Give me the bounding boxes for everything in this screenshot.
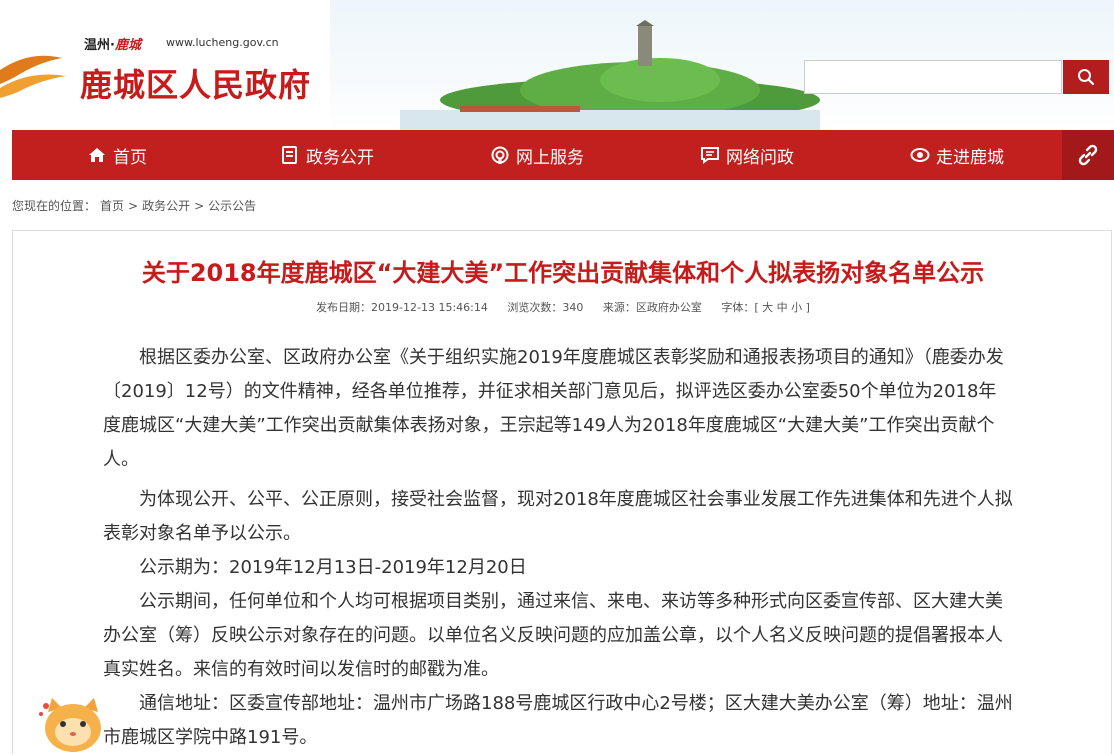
site-url[interactable]: www.lucheng.gov.cn xyxy=(166,36,279,49)
breadcrumb-item-gov-affairs[interactable]: 政务公开 xyxy=(142,199,190,213)
nav-item-online-service[interactable]: 网上服务 xyxy=(432,130,642,180)
search-button[interactable] xyxy=(1063,60,1109,94)
nav-item-label: 网上服务 xyxy=(516,147,584,168)
article-paragraph: 通信地址：区委宣传部地址：温州市广场路188号鹿城区行政中心2号楼；区大建大美办… xyxy=(103,693,1013,748)
nav-item-home[interactable]: 首页 xyxy=(12,130,222,180)
nav-item-about-lucheng[interactable]: 走进鹿城 xyxy=(852,130,1062,180)
search-input[interactable] xyxy=(804,60,1062,94)
breadcrumb-prefix: 您现在的位置： xyxy=(12,199,97,213)
site-title[interactable]: 鹿城区人民政府 xyxy=(80,60,311,106)
document-icon xyxy=(282,146,297,164)
logo-swoosh-icon xyxy=(0,55,66,98)
site-region-text: 温州· xyxy=(84,38,115,53)
article-paragraph: 公示期间，任何单位和个人均可根据项目类别，通过来信、来电、来访等多种形式向区委宣… xyxy=(103,591,1003,680)
site-header: 温州·鹿城 www.lucheng.gov.cn 鹿城区人民政府 xyxy=(0,0,1114,130)
nav-item-label: 政务公开 xyxy=(306,147,374,168)
article-title: 关于2018年度鹿城区“大建大美”工作突出贡献集体和个人拟表扬对象名单公示 xyxy=(141,259,985,287)
view-count: 浏览次数：340 xyxy=(507,301,584,314)
search-icon xyxy=(1078,69,1095,86)
site-region-accent: 鹿城 xyxy=(114,38,141,53)
main-nav: 首页 政务公开 网上服务 网络问政 走进鹿城 xyxy=(12,130,1062,180)
breadcrumb-sep: > xyxy=(194,199,205,213)
publish-date: 发布日期：2019-12-13 15:46:14 xyxy=(316,301,488,314)
article-paragraph: 公示期为：2019年12月13日-2019年12月20日 xyxy=(139,557,527,578)
breadcrumb-item-notices[interactable]: 公示公告 xyxy=(208,199,256,213)
breadcrumb: 您现在的位置： 首页 > 政务公开 > 公示公告 xyxy=(12,197,260,214)
site-region-label: 温州·鹿城 xyxy=(84,34,141,53)
home-icon xyxy=(89,148,105,162)
eye-icon xyxy=(910,148,930,162)
chat-icon xyxy=(701,147,719,164)
nav-item-label: 首页 xyxy=(113,147,147,168)
article-container: 关于2018年度鹿城区“大建大美”工作突出贡献集体和个人拟表扬对象名单公示 发布… xyxy=(12,230,1112,754)
link-icon xyxy=(1078,144,1098,166)
article-paragraph: 为体现公开、公平、公正原则，接受社会监督，现对2018年度鹿城区社会事业发展工作… xyxy=(103,489,1013,544)
article-source: 来源：区政府办公室 xyxy=(602,301,702,314)
nav-item-label: 网络问政 xyxy=(726,147,794,168)
mascot-cat-icon[interactable] xyxy=(38,692,108,754)
article-paragraph: 根据区委办公室、区政府办公室《关于组织实施2019年度鹿城区表彰奖励和通报表扬项… xyxy=(103,347,1004,470)
nav-item-label: 走进鹿城 xyxy=(936,147,1004,168)
font-size-switch[interactable]: 字体：[ 大 中 小 ] xyxy=(721,301,810,314)
island-landscape-image xyxy=(400,20,820,130)
breadcrumb-item-home[interactable]: 首页 xyxy=(100,199,124,213)
article-body: 根据区委办公室、区政府办公室《关于组织实施2019年度鹿城区表彰奖励和通报表扬项… xyxy=(103,341,1013,755)
nav-item-online-inquiry[interactable]: 网络问政 xyxy=(642,130,852,180)
links-button[interactable] xyxy=(1062,130,1114,180)
article-meta: 发布日期：2019-12-13 15:46:14 浏览次数：340 来源：区政府… xyxy=(13,299,1113,315)
nav-item-gov-affairs[interactable]: 政务公开 xyxy=(222,130,432,180)
service-icon xyxy=(491,146,509,164)
breadcrumb-sep: > xyxy=(128,199,139,213)
